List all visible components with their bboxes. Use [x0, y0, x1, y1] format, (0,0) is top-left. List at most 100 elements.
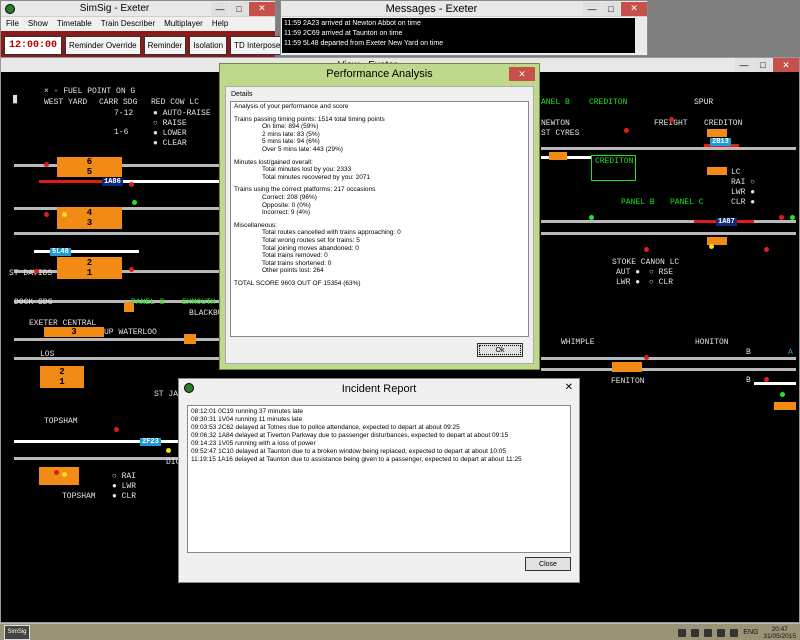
maximize-icon[interactable]: □ — [754, 58, 772, 72]
menu-timetable[interactable]: Timetable — [57, 19, 92, 28]
track-segment-route[interactable] — [754, 382, 796, 385]
performance-report-text[interactable]: Analysis of your performance and score Tr… — [230, 101, 529, 337]
track-segment[interactable] — [541, 147, 796, 150]
signal-green[interactable] — [132, 200, 137, 205]
platform-block — [774, 402, 796, 410]
menu-show[interactable]: Show — [28, 19, 48, 28]
tray-app-icon[interactable] — [704, 628, 713, 637]
exeter-central-label: EXETER CENTRAL — [29, 319, 97, 328]
signal-red[interactable] — [44, 212, 49, 217]
signal-green[interactable] — [790, 215, 795, 220]
signal-red[interactable] — [129, 267, 134, 272]
taskbar-clock[interactable]: 20:47 31/05/2015 — [763, 626, 796, 640]
close-icon[interactable]: ✕ — [773, 58, 799, 72]
tray-app-icon[interactable] — [678, 628, 687, 637]
clr-option-right-2[interactable]: CLR ● — [731, 198, 755, 207]
rse-option[interactable]: ○ RSE — [649, 268, 673, 277]
train-berth-2F23[interactable]: 2F23 — [140, 438, 161, 446]
crediton-label[interactable]: CREDITON — [589, 98, 627, 107]
volume-icon[interactable] — [730, 628, 739, 637]
incident-log[interactable]: 08:12:01 0C19 running 37 minutes late 08:… — [187, 405, 571, 553]
signal-yellow[interactable] — [62, 472, 67, 477]
auto-raise-option[interactable]: ● AUTO-RAISE — [153, 109, 211, 118]
menu-train-describer[interactable]: Train Describer — [101, 19, 155, 28]
track-segment-route[interactable] — [14, 440, 189, 443]
signal-red[interactable] — [764, 377, 769, 382]
clr-option-left[interactable]: ● CLR — [112, 492, 136, 501]
lwr-option-right-2[interactable]: LWR ● — [731, 188, 755, 197]
close-icon[interactable]: ✕ — [565, 382, 573, 393]
train-berth-1A86[interactable]: 1A86 — [102, 178, 123, 186]
signal-green[interactable] — [780, 392, 785, 397]
track-segment[interactable] — [541, 368, 796, 371]
raise-option[interactable]: ○ RAISE — [153, 119, 187, 128]
signal-red[interactable] — [644, 247, 649, 252]
network-icon[interactable] — [717, 628, 726, 637]
incident-dialog-title: Incident Report — [341, 383, 417, 395]
signal-red[interactable] — [764, 247, 769, 252]
rai-option-right[interactable]: RAI ○ — [731, 178, 755, 187]
signal-red[interactable] — [669, 117, 674, 122]
aut-option[interactable]: AUT ● — [616, 268, 640, 277]
panel-b-label-right[interactable]: ANEL B — [541, 98, 570, 107]
sim-clock[interactable]: 12:00:00 — [4, 35, 63, 55]
minimize-icon[interactable]: — — [583, 1, 601, 16]
menu-multiplayer[interactable]: Multiplayer — [164, 19, 203, 28]
ok-button[interactable]: Ok — [477, 343, 523, 357]
signal-yellow[interactable] — [62, 212, 67, 217]
signal-green[interactable] — [589, 215, 594, 220]
lwr-option-right[interactable]: LWR ● — [616, 278, 640, 287]
signal-yellow[interactable] — [166, 448, 171, 453]
track-segment[interactable] — [14, 457, 189, 460]
panel-c-label[interactable]: PANEL C — [670, 198, 704, 207]
crediton-panel-box[interactable]: CREDITON — [591, 155, 636, 181]
reminder-button[interactable]: Reminder — [143, 35, 187, 55]
train-berth-1A87[interactable]: 1A87 — [716, 218, 737, 226]
track-segment[interactable] — [541, 232, 796, 235]
signal-red[interactable] — [129, 182, 134, 187]
track-segment[interactable] — [14, 232, 224, 235]
topsham-label: TOPSHAM — [44, 417, 78, 426]
signal-red[interactable] — [54, 470, 59, 475]
menu-file[interactable]: File — [6, 19, 19, 28]
clr-option-right[interactable]: ○ CLR — [649, 278, 673, 287]
panel-b-label-right-2[interactable]: PANEL B — [621, 198, 655, 207]
train-berth-2B13[interactable]: 2B13 — [710, 138, 731, 146]
messages-window-title: Messages - Exeter — [385, 2, 478, 15]
reminder-override-button[interactable]: Reminder Override — [65, 35, 141, 55]
track-segment-route[interactable] — [119, 180, 224, 183]
messages-scrollbar[interactable] — [635, 18, 646, 53]
track-segment[interactable] — [541, 357, 796, 360]
signal-red[interactable] — [44, 162, 49, 167]
signal-red[interactable] — [644, 355, 649, 360]
isolation-button[interactable]: Isolation — [189, 35, 228, 55]
signal-red[interactable] — [114, 427, 119, 432]
train-berth-5L48[interactable]: 5L48 — [50, 248, 71, 256]
minimize-icon[interactable]: — — [211, 1, 229, 16]
track-segment[interactable] — [541, 220, 796, 223]
exmouth-label[interactable]: EXMOUTH — [182, 298, 216, 307]
close-icon[interactable]: ✕ — [509, 67, 535, 81]
minimize-icon[interactable]: — — [735, 58, 753, 72]
close-icon[interactable]: ✕ — [621, 1, 647, 16]
maximize-icon[interactable]: □ — [602, 1, 620, 16]
lower-option[interactable]: ● LOWER — [153, 129, 187, 138]
signal-red[interactable] — [34, 269, 39, 274]
tray-app-icon[interactable] — [691, 628, 700, 637]
taskbar-simsig-button[interactable]: SimSig — [4, 624, 30, 640]
panel-b-label-left[interactable]: PANEL B — [131, 298, 165, 307]
td-interpose-button[interactable]: TD Interpose — [230, 35, 285, 55]
signal-red[interactable] — [624, 128, 629, 133]
menu-help[interactable]: Help — [212, 19, 228, 28]
close-icon[interactable]: ✕ — [249, 1, 275, 16]
report-line: Total trains removed: 0 — [262, 252, 328, 260]
signal-red[interactable] — [779, 215, 784, 220]
close-button[interactable]: Close — [525, 557, 571, 571]
messages-list[interactable]: 11:59 2A23 arrived at Newton Abbot on ti… — [282, 18, 635, 53]
signal-yellow[interactable] — [709, 244, 714, 249]
language-indicator[interactable]: ENG — [743, 629, 758, 636]
maximize-icon[interactable]: □ — [230, 1, 248, 16]
clear-option[interactable]: ● CLEAR — [153, 139, 187, 148]
rai-option-left[interactable]: ○ RAI — [112, 472, 136, 481]
lwr-option-left[interactable]: ● LWR — [112, 482, 136, 491]
